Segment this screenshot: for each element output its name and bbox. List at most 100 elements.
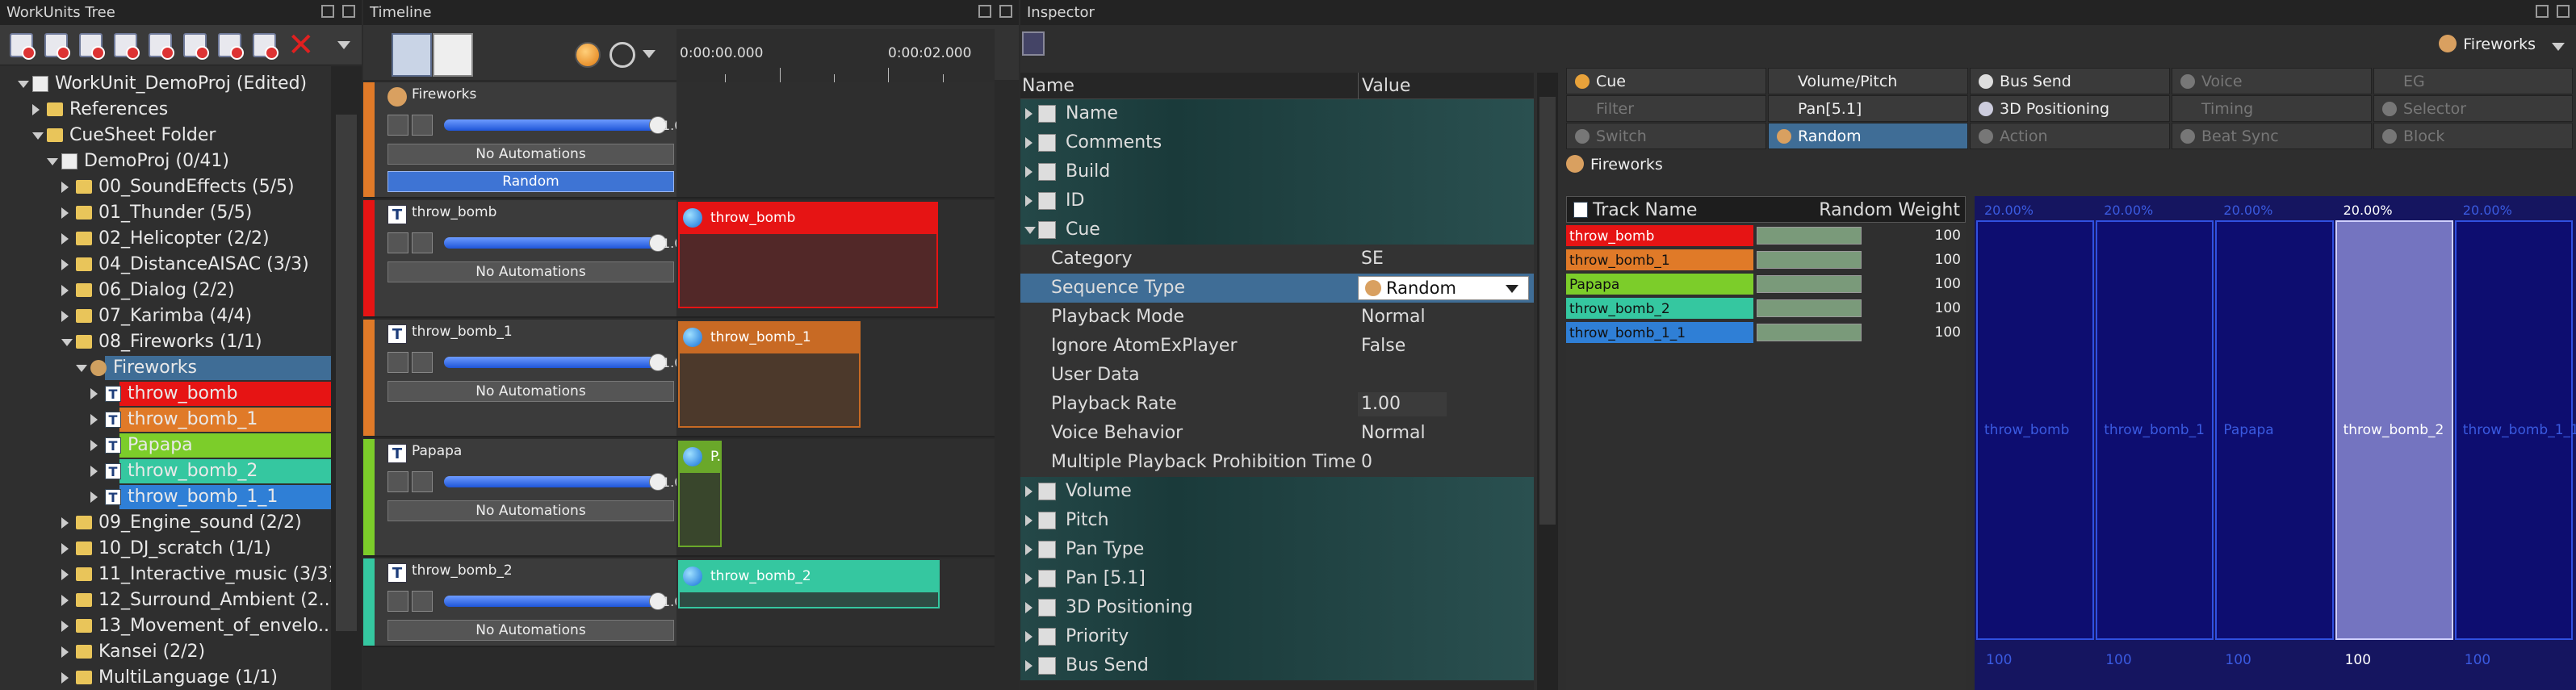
tree-row[interactable]: Tthrow_bomb_2 <box>0 458 331 484</box>
expand-down-icon[interactable] <box>1024 227 1036 234</box>
expand-down-icon[interactable] <box>76 365 87 372</box>
time-ruler[interactable]: 0:00:00.000 0:00:02.000 <box>676 29 995 82</box>
float-icon[interactable] <box>2536 5 2549 18</box>
expand-down-icon[interactable] <box>18 81 29 88</box>
track-throw_bomb_2[interactable]: Tthrow_bomb_2 1.0 No Automations <box>363 558 682 647</box>
close-pane-icon[interactable] <box>2557 5 2570 18</box>
weight-value[interactable]: 100 <box>1935 249 1961 271</box>
clock-icon[interactable] <box>609 42 635 68</box>
property-value[interactable]: SE <box>1361 245 1384 274</box>
tree-row[interactable]: Tthrow_bomb_1 <box>0 407 331 433</box>
envelope-icon[interactable] <box>387 471 408 492</box>
tab-switch[interactable]: Switch <box>1566 123 1766 149</box>
new-folder-icon[interactable] <box>79 32 105 60</box>
expand-right-icon[interactable] <box>90 414 98 425</box>
expand-down-icon[interactable] <box>47 158 58 165</box>
property-row[interactable]: Pan Type <box>1020 535 1534 564</box>
tree-row[interactable]: MultiLanguage (1/1) <box>0 665 331 690</box>
grid-scrollbar[interactable] <box>1537 73 1558 690</box>
expand-right-icon[interactable] <box>61 569 69 580</box>
tab-cue[interactable]: Cue <box>1566 68 1766 94</box>
tree-row[interactable]: 11_Interactive_music (3/3) <box>0 562 335 588</box>
expand-right-icon[interactable] <box>1025 602 1032 613</box>
tree-row[interactable]: Tthrow_bomb <box>0 381 331 407</box>
expand-right-icon[interactable] <box>1025 137 1032 148</box>
envelope-icon[interactable] <box>387 115 408 136</box>
envelope-icon[interactable] <box>387 591 408 612</box>
random-row[interactable]: Papapa 100 <box>1566 273 1966 295</box>
tab-action[interactable]: Action <box>1970 123 2170 149</box>
expand-down-icon[interactable] <box>61 339 73 346</box>
expand-right-icon[interactable] <box>32 104 40 115</box>
new-track-icon[interactable] <box>149 32 174 60</box>
new-item-icon[interactable] <box>253 32 279 60</box>
property-row[interactable]: Bus Send <box>1020 651 1534 680</box>
expand-right-icon[interactable] <box>61 672 69 684</box>
tree-row[interactable]: CueSheet Folder <box>0 123 331 148</box>
chevron-down-icon[interactable] <box>643 50 656 58</box>
preview-orb-icon[interactable] <box>575 42 601 68</box>
weight-value[interactable]: 100 <box>1935 224 1961 247</box>
expand-right-icon[interactable] <box>1025 573 1032 584</box>
timeline-vscroll[interactable] <box>995 80 1019 677</box>
property-row[interactable]: Ignore AtomExPlayer False <box>1020 332 1534 361</box>
tab-3d-positioning[interactable]: 3D Positioning <box>1970 95 2170 122</box>
tree-row[interactable]: T Papapa <box>0 433 331 458</box>
tree-row[interactable]: WorkUnit_DemoProj (Edited) <box>0 71 331 97</box>
expand-right-icon[interactable] <box>1025 660 1032 671</box>
property-row[interactable]: User Data <box>1020 361 1534 390</box>
tree-row[interactable]: Fireworks <box>0 355 331 381</box>
property-row[interactable]: Sequence Type Random <box>1020 274 1534 303</box>
waveform-clip[interactable]: P. <box>678 441 722 473</box>
property-row[interactable]: Volume <box>1020 477 1534 506</box>
envelope-icon[interactable] <box>387 352 408 373</box>
waveform-clip[interactable]: throw_bomb_1 <box>678 321 861 353</box>
tab-filter[interactable]: Filter <box>1566 95 1766 122</box>
tab-timing[interactable]: Timing <box>2172 95 2372 122</box>
property-row[interactable]: Pan [5.1] <box>1020 564 1534 593</box>
mute-icon[interactable] <box>412 352 433 373</box>
new-subsequence-icon[interactable] <box>218 32 244 60</box>
expand-right-icon[interactable] <box>1025 195 1032 207</box>
weight-value[interactable]: 100 <box>1935 273 1961 295</box>
tree-row[interactable]: 09_Engine_sound (2/2) <box>0 510 331 536</box>
property-row[interactable]: Comments <box>1020 128 1534 157</box>
random-row[interactable]: throw_bomb_2 100 <box>1566 297 1966 320</box>
tree-row[interactable]: 02_Helicopter (2/2) <box>0 226 331 252</box>
weight-bar[interactable] <box>1757 275 1862 293</box>
weight-bar[interactable] <box>1757 251 1862 269</box>
expand-right-icon[interactable] <box>61 543 69 554</box>
expand-right-icon[interactable] <box>1025 515 1032 526</box>
new-workunit-icon[interactable] <box>10 32 36 60</box>
property-row[interactable]: Voice Behavior Normal <box>1020 419 1534 448</box>
expand-down-icon[interactable] <box>32 132 44 140</box>
list-view-icon[interactable] <box>1022 31 1045 56</box>
random-row[interactable]: throw_bomb 100 <box>1566 224 1966 247</box>
tree-row[interactable]: 10_DJ_scratch (1/1) <box>0 536 331 562</box>
volume-slider[interactable] <box>444 234 667 252</box>
tab-block[interactable]: Block <box>2373 123 2573 149</box>
property-row[interactable]: Priority <box>1020 622 1534 651</box>
mute-icon[interactable] <box>412 591 433 612</box>
tree-row[interactable]: 08_Fireworks (1/1) <box>0 329 331 355</box>
expand-right-icon[interactable] <box>61 311 69 322</box>
timeline-lane[interactable] <box>676 82 995 199</box>
property-row[interactable]: Category SE <box>1020 245 1534 274</box>
expand-right-icon[interactable] <box>61 182 69 193</box>
float-icon[interactable] <box>321 5 334 18</box>
delete-icon[interactable]: ✕ <box>287 29 315 61</box>
tree-scrollbar[interactable] <box>331 66 362 690</box>
property-row[interactable]: Cue <box>1020 215 1534 245</box>
close-pane-icon[interactable] <box>999 5 1012 18</box>
volume-slider[interactable] <box>444 353 667 371</box>
tree-row[interactable]: 07_Karimba (4/4) <box>0 303 331 329</box>
mute-icon[interactable] <box>412 232 433 253</box>
tree-row[interactable]: Tthrow_bomb_1_1 <box>0 484 331 510</box>
property-value[interactable]: 1.00 <box>1361 390 1401 419</box>
expand-right-icon[interactable] <box>90 388 98 399</box>
expand-right-icon[interactable] <box>61 259 69 270</box>
expand-right-icon[interactable] <box>90 466 98 477</box>
tab-voice[interactable]: Voice <box>2172 68 2372 94</box>
property-row[interactable]: Build <box>1020 157 1534 186</box>
timeline-lane[interactable] <box>676 439 995 557</box>
